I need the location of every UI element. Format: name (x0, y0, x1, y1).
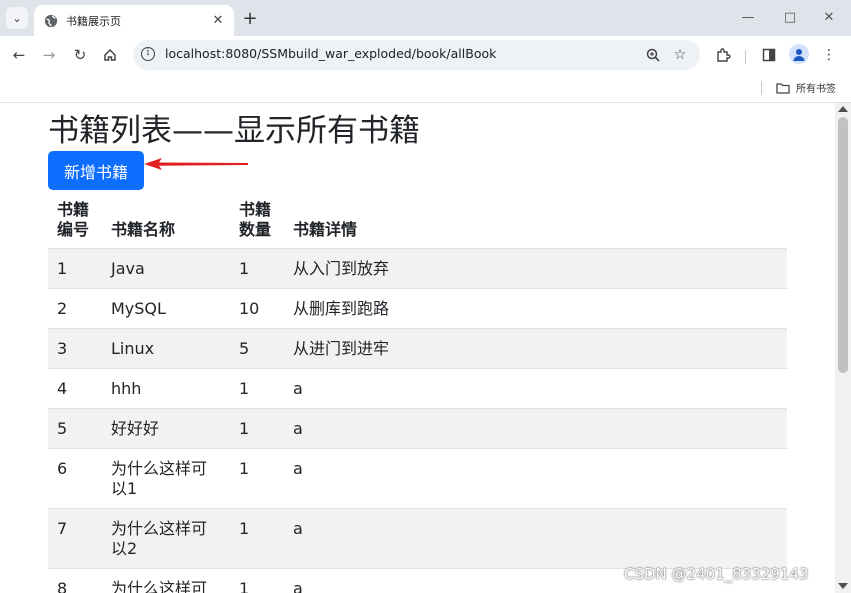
cell-count: 1 (230, 508, 284, 569)
bookmark-folder-all[interactable]: 所有书签 (776, 80, 836, 95)
cell-detail: 从进门到进牢 (284, 328, 787, 369)
cell-count: 5 (230, 328, 284, 369)
cell-name: Java (102, 248, 230, 289)
browser-toolbar: ← → ↻ i localhost:8080/SSMbuild_war_expl… (0, 36, 851, 74)
cell-name: 为什么这样可 (102, 568, 230, 593)
scroll-up-icon[interactable] (838, 106, 848, 112)
cell-id: 4 (48, 368, 102, 409)
cell-name: 为什么这样可以2 (102, 508, 230, 569)
cell-id: 5 (48, 408, 102, 449)
kebab-menu-icon[interactable]: ⋮ (818, 44, 840, 66)
tab-title: 书籍展示页 (66, 14, 121, 28)
cell-detail: 从删库到跑路 (284, 288, 787, 329)
book-table: 书籍编号 书籍名称 书籍数量 书籍详情 1 Java 1 从入门到放弃 2 My… (48, 198, 787, 593)
cell-id: 3 (48, 328, 102, 369)
address-bar[interactable]: i localhost:8080/SSMbuild_war_exploded/b… (133, 40, 700, 70)
cell-id: 6 (48, 448, 102, 509)
table-row: 4 hhh 1 a (48, 368, 787, 409)
csdn-watermark: CSDN @2401_83329143 (624, 565, 809, 583)
cell-count: 1 (230, 368, 284, 409)
side-panel-icon[interactable] (758, 44, 780, 66)
close-icon[interactable]: ✕ (210, 13, 226, 29)
reload-icon[interactable]: ↻ (69, 44, 91, 66)
cell-count: 1 (230, 408, 284, 449)
bookmarks-bar: 所有书签 (0, 74, 851, 103)
puzzle-icon[interactable] (712, 44, 734, 66)
url-text[interactable]: localhost:8080/SSMbuild_war_exploded/boo… (165, 46, 496, 61)
tab-strip: ⌄ 书籍展示页 ✕ + — □ ✕ (0, 0, 851, 36)
cell-detail: a (284, 448, 787, 509)
cell-count: 1 (230, 448, 284, 509)
star-icon[interactable]: ☆ (671, 46, 689, 64)
minimize-icon[interactable]: — (735, 6, 761, 28)
scroll-thumb[interactable] (838, 117, 848, 373)
table-row: 5 好好好 1 a (48, 408, 787, 449)
forward-arrow-icon[interactable]: → (38, 44, 60, 66)
cell-detail: 从入门到放弃 (284, 248, 787, 289)
cell-count: 1 (230, 248, 284, 289)
bookmarks-divider (761, 81, 762, 95)
scroll-down-icon[interactable] (838, 583, 848, 589)
cell-id: 1 (48, 248, 102, 289)
maximize-icon[interactable]: □ (777, 6, 803, 28)
page-content: 书籍列表——显示所有书籍 新增书籍 书籍编号 书籍名称 书籍数量 书籍详情 1 … (0, 103, 835, 593)
cell-id: 8 (48, 568, 102, 593)
zoom-icon[interactable] (644, 46, 662, 64)
cell-name: 好好好 (102, 408, 230, 449)
table-header-row: 书籍编号 书籍名称 书籍数量 书籍详情 (48, 198, 787, 249)
cell-name: hhh (102, 368, 230, 409)
home-icon[interactable] (99, 44, 121, 66)
page-title: 书籍列表——显示所有书籍 (48, 113, 420, 149)
browser-tab[interactable]: 书籍展示页 ✕ (34, 5, 234, 36)
add-book-button[interactable]: 新增书籍 (48, 151, 144, 190)
cell-id: 7 (48, 508, 102, 569)
plus-icon[interactable]: + (240, 8, 260, 29)
table-row: 6 为什么这样可以1 1 a (48, 448, 787, 509)
red-arrow-annotation (144, 158, 248, 170)
avatar-icon[interactable] (789, 44, 809, 64)
cell-name: 为什么这样可以1 (102, 448, 230, 509)
cell-id: 2 (48, 288, 102, 329)
table-row: 3 Linux 5 从进门到进牢 (48, 328, 787, 369)
cell-name: Linux (102, 328, 230, 369)
page-scrollbar[interactable] (835, 103, 851, 593)
cell-detail: a (284, 408, 787, 449)
site-info-icon[interactable]: i (141, 47, 155, 61)
globe-icon (44, 14, 58, 27)
cell-name: MySQL (102, 288, 230, 329)
cell-count: 1 (230, 568, 284, 593)
table-row: 2 MySQL 10 从删库到跑路 (48, 288, 787, 329)
cell-detail: a (284, 508, 787, 569)
back-arrow-icon[interactable]: ← (8, 44, 30, 66)
col-header-detail: 书籍详情 (284, 198, 787, 249)
table-row: 7 为什么这样可以2 1 a (48, 508, 787, 569)
folder-icon (776, 82, 790, 94)
cell-detail: a (284, 368, 787, 409)
bookmark-folder-label: 所有书签 (796, 84, 836, 95)
cell-count: 10 (230, 288, 284, 329)
toolbar-divider (745, 50, 746, 64)
table-row: 1 Java 1 从入门到放弃 (48, 248, 787, 289)
chevron-down-icon[interactable]: ⌄ (6, 7, 28, 29)
window-close-icon[interactable]: ✕ (816, 6, 842, 28)
col-header-count: 书籍数量 (230, 198, 284, 249)
col-header-name: 书籍名称 (102, 198, 230, 249)
col-header-id: 书籍编号 (48, 198, 102, 249)
